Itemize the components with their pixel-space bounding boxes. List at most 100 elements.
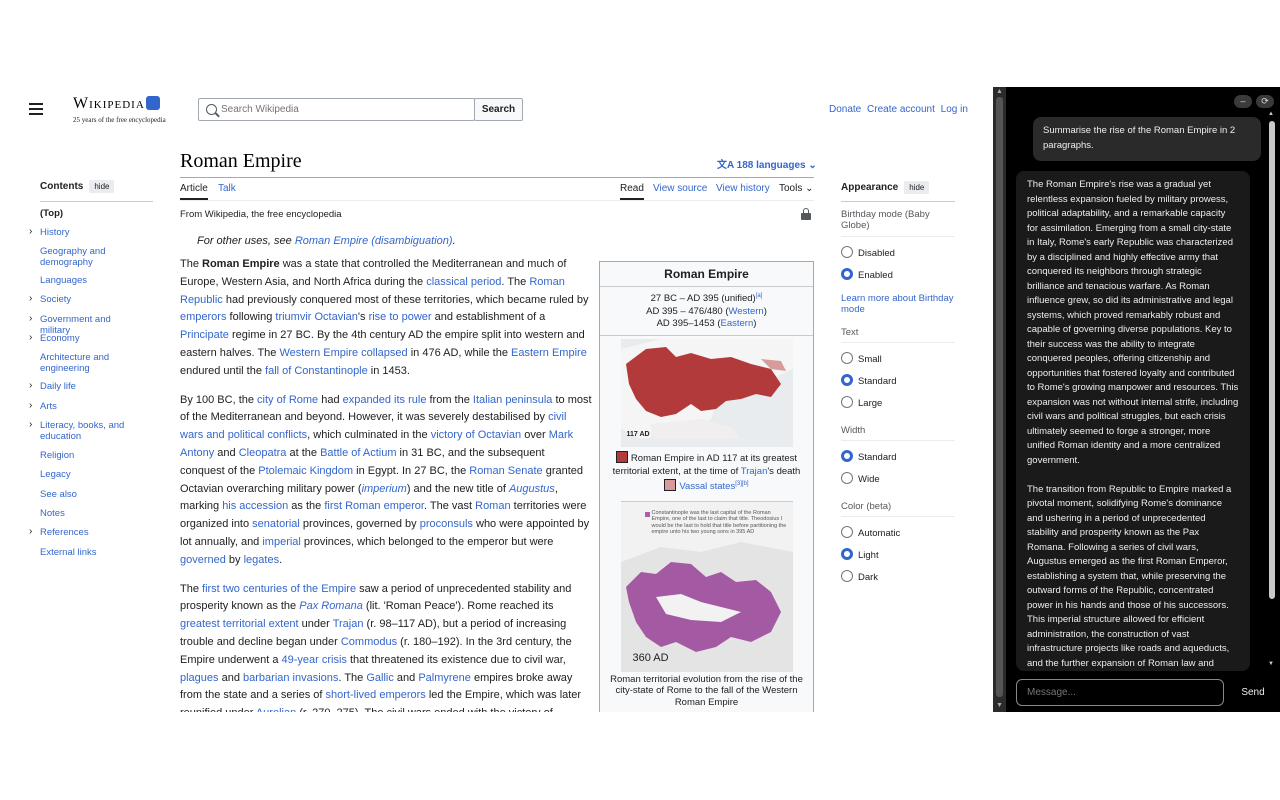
radio-button[interactable] [841,472,853,484]
width-option-standard[interactable]: Standard [841,450,897,463]
toc-item-geography-and-demography[interactable]: Geography and demography [40,246,140,268]
radio-button[interactable] [841,268,853,280]
donate-link[interactable]: Donate [829,104,861,115]
trajan-link[interactable]: Trajan [741,466,768,477]
western-link[interactable]: Western [729,306,764,317]
chat-scroll-up-icon[interactable]: ▲ [1268,111,1274,117]
toc-item-economy[interactable]: › Economy [29,332,140,344]
article-link[interactable]: first Roman emperor [324,500,424,512]
toc-item-society[interactable]: › Society [29,293,140,305]
expand-chevron-icon[interactable]: › [29,332,32,343]
toc-item-arts[interactable]: › Arts [29,400,140,412]
appearance-hide-button[interactable]: hide [904,181,930,194]
search-input[interactable] [221,102,466,117]
tab-view-history[interactable]: View history [716,183,770,194]
article-link[interactable]: Ptolemaic Kingdom [258,465,353,477]
article-link[interactable]: Roman [475,500,510,512]
lock-icon[interactable] [801,208,811,220]
main-menu-icon[interactable] [29,103,43,115]
radio-button[interactable] [841,374,853,386]
article-link[interactable]: expanded its rule [343,394,427,406]
article-link[interactable]: Roman Senate [469,465,542,477]
radio-button[interactable] [841,570,853,582]
toc-item-languages[interactable]: Languages [40,275,140,286]
article-link[interactable]: Cleopatra [239,447,287,459]
article-link[interactable]: Battle of Actium [320,447,396,459]
toc-item-literacy-books-and-education[interactable]: › Literacy, books, and education [29,419,140,442]
expand-chevron-icon[interactable]: › [29,419,32,430]
log-in-link[interactable]: Log in [941,104,968,115]
expand-chevron-icon[interactable]: › [29,226,32,237]
toc-item-history[interactable]: › History [29,226,140,238]
toc-item-legacy[interactable]: Legacy [40,469,140,480]
radio-button[interactable] [841,450,853,462]
article-link[interactable]: rise to power [369,311,432,323]
article-link[interactable]: classical period [426,276,501,288]
tab-read[interactable]: Read [620,183,644,200]
search-box[interactable] [198,98,475,121]
toc-item-external-links[interactable]: External links [40,547,140,558]
article-link[interactable]: Principate [180,329,229,341]
color-option-automatic[interactable]: Automatic [841,526,900,539]
vassal-states-link[interactable]: Vassal states [679,481,735,492]
toc-item-references[interactable]: › References [29,526,140,538]
radio-button[interactable] [841,526,853,538]
birthday-option-disabled[interactable]: Disabled [841,246,895,259]
article-link[interactable]: senatorial [252,518,300,530]
article-link[interactable]: first two centuries of the Empire [202,583,356,595]
article-link[interactable]: Western Empire collapsed [279,347,407,359]
article-link[interactable]: triumvir Octavian [275,311,358,323]
eastern-link[interactable]: Eastern [721,318,754,329]
radio-button[interactable] [841,548,853,560]
article-link[interactable]: Palmyrene [418,672,471,684]
article-link[interactable]: Commodus [341,636,397,648]
article-link[interactable]: Pax Romana [299,600,363,612]
article-link[interactable]: legates [244,554,279,566]
tab-article[interactable]: Article [180,183,208,200]
article-link[interactable]: city of Rome [257,394,318,406]
toc-item-daily-life[interactable]: › Daily life [29,380,140,392]
chat-scroll-thumb[interactable] [1269,121,1275,599]
article-link[interactable]: 49-year crisis [282,654,347,666]
article-link[interactable]: Gallic [366,672,394,684]
article-link[interactable]: imperial [262,536,301,548]
article-link[interactable]: proconsuls [420,518,473,530]
radio-button[interactable] [841,246,853,258]
expand-chevron-icon[interactable]: › [29,400,32,411]
tab-talk[interactable]: Talk [218,183,236,194]
article-link[interactable]: barbarian invasions [243,672,338,684]
scroll-thumb[interactable] [996,97,1003,697]
footnote-a[interactable]: [a] [756,293,763,299]
text-option-large[interactable]: Large [841,396,882,409]
footnote-3b[interactable]: [3][b] [735,481,748,487]
article-link[interactable]: emperors [180,311,226,323]
scroll-down-icon[interactable]: ▼ [996,702,1003,709]
message-input[interactable] [1016,679,1224,706]
search-button[interactable]: Search [474,98,523,121]
tools-menu[interactable]: Tools ⌄ [779,183,814,194]
expand-chevron-icon[interactable]: › [29,380,32,391]
toc-item-notes[interactable]: Notes [40,508,140,519]
chat-scrollbar[interactable]: ▲ ▼ [1267,111,1277,671]
article-link[interactable]: Trajan [333,618,364,630]
article-link[interactable]: his accession [222,500,288,512]
color-option-dark[interactable]: Dark [841,570,878,583]
toc-item-religion[interactable]: Religion [40,450,140,461]
expand-chevron-icon[interactable]: › [29,313,32,324]
text-option-small[interactable]: Small [841,352,882,365]
create-account-link[interactable]: Create account [867,104,935,115]
disambiguation-link[interactable]: Roman Empire (disambiguation) [295,235,453,247]
article-link[interactable]: Augustus [509,483,555,495]
toc-item-architecture-and-engineering[interactable]: Architecture and engineering [40,352,140,374]
send-button[interactable]: Send [1230,679,1276,706]
article-link[interactable]: Italian peninsula [473,394,553,406]
map-evolution[interactable]: Constantinople was the last capital of t… [620,500,793,672]
scroll-up-icon[interactable]: ▲ [996,88,1003,95]
expand-chevron-icon[interactable]: › [29,293,32,304]
article-link[interactable]: short-lived emperors [326,689,426,701]
article-link[interactable]: plagues [180,672,219,684]
chat-scroll-down-icon[interactable]: ▼ [1268,661,1274,667]
toc-hide-button[interactable]: hide [89,180,115,193]
map-117-ad[interactable]: 117 AD [620,338,793,447]
color-option-light[interactable]: Light [841,548,879,561]
